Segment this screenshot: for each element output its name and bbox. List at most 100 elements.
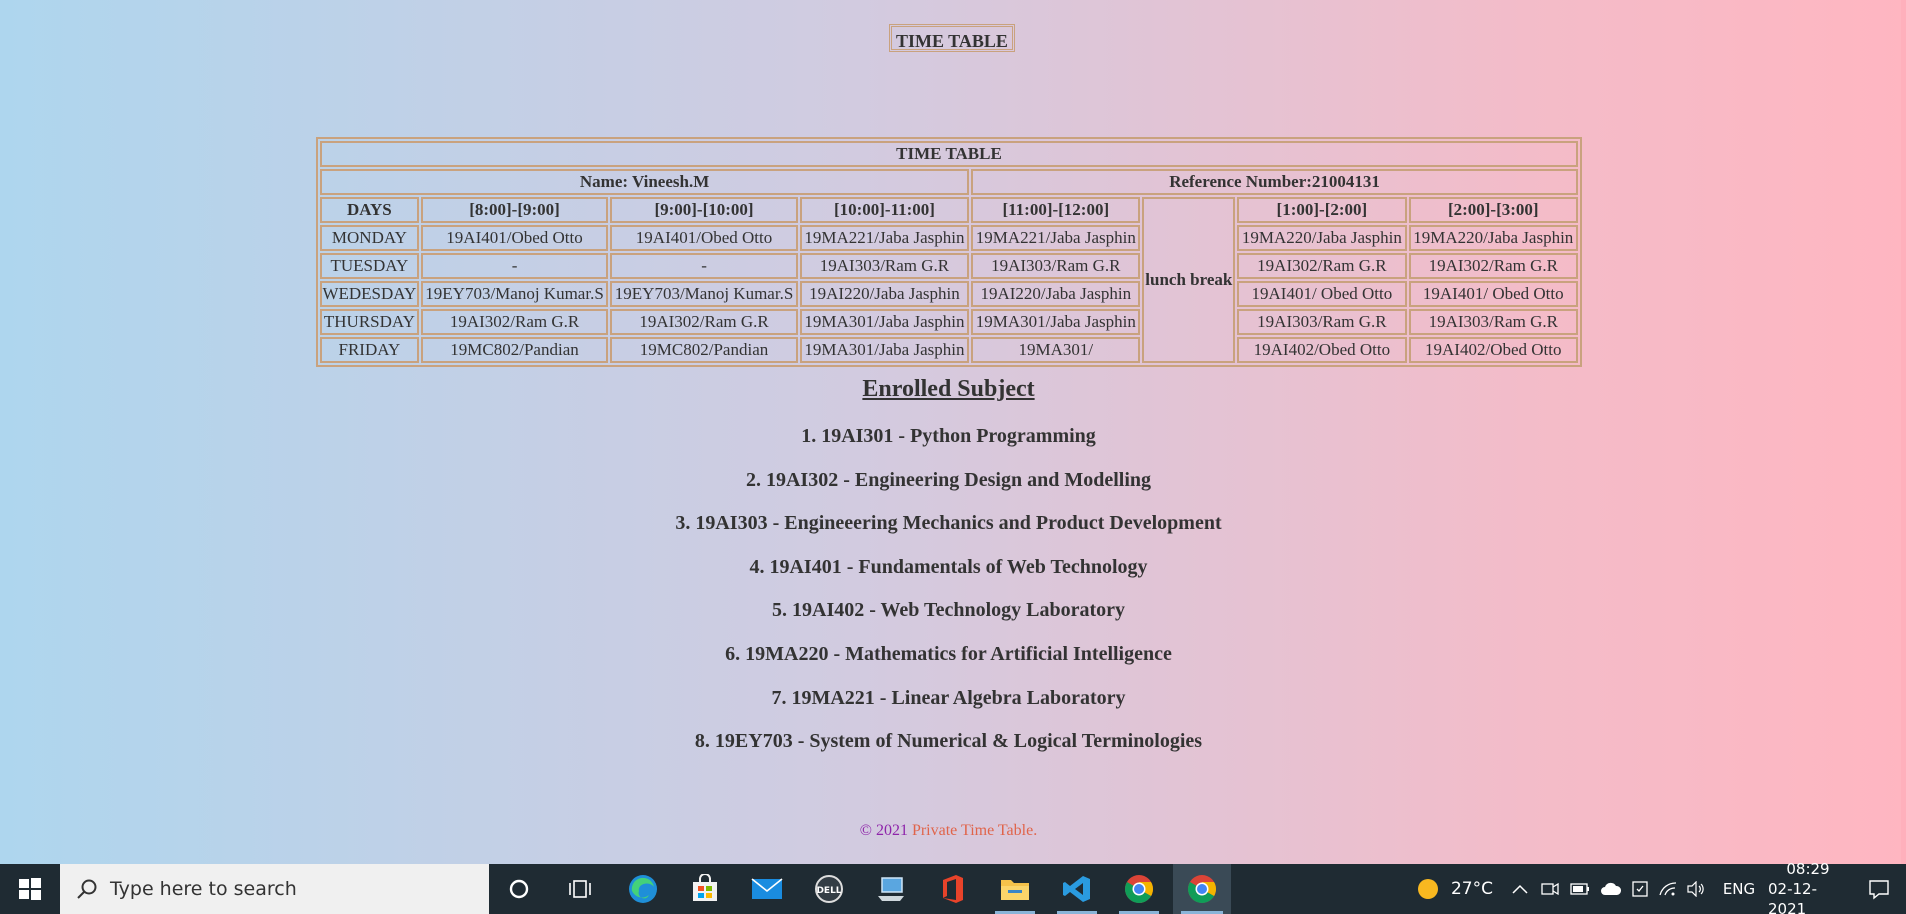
wifi-button[interactable]	[1656, 864, 1680, 914]
column-header-slot: [10:00]-11:00]	[799, 197, 970, 223]
office-icon	[943, 875, 963, 903]
class-cell: 19AI302/Ram G.R	[1408, 253, 1578, 279]
computer-icon	[878, 877, 904, 901]
taskbar-search-box[interactable]: Type here to search	[60, 864, 489, 914]
enrolled-subject-heading: Enrolled Subject	[862, 376, 1035, 402]
language-button[interactable]: ENG	[1714, 864, 1764, 914]
enrolled-subjects-section: Enrolled Subject 1. 19AI301 - Python Pro…	[0, 374, 1897, 773]
class-cell: 19MC802/Pandian	[610, 337, 798, 363]
chevron-up-icon	[1512, 884, 1528, 894]
file-explorer-icon	[1001, 880, 1029, 900]
weather-button[interactable]	[1412, 864, 1444, 914]
class-cell: 19AI303/Ram G.R	[1408, 309, 1578, 335]
task-view-button[interactable]	[553, 864, 609, 914]
chrome-button[interactable]	[1111, 864, 1167, 914]
table-row: THURSDAY 19AI302/Ram G.R 19AI302/Ram G.R…	[320, 309, 1578, 335]
table-row: MONDAY 19AI401/Obed Otto 19AI401/Obed Ot…	[320, 225, 1578, 251]
store-button[interactable]	[677, 864, 733, 914]
vscode-icon	[1063, 876, 1090, 902]
chrome-icon	[1125, 875, 1153, 903]
column-header-days: DAYS	[320, 197, 419, 223]
onedrive-button[interactable]	[1598, 864, 1624, 914]
class-cell: -	[420, 253, 609, 279]
weather-temperature[interactable]: 27°C	[1446, 864, 1498, 914]
day-cell: TUESDAY	[320, 253, 419, 279]
edge-icon	[629, 875, 657, 903]
search-icon	[77, 879, 97, 899]
class-cell: 19AI220/Jaba Jasphin	[799, 281, 970, 307]
start-button[interactable]	[0, 864, 60, 914]
subject-item: 4. 19AI401 - Fundamentals of Web Technol…	[749, 555, 1148, 578]
battery-button[interactable]	[1568, 864, 1592, 914]
class-cell: 19MA221/Jaba Jasphin	[971, 225, 1141, 251]
class-cell: 19MA301/Jaba Jasphin	[799, 309, 970, 335]
class-cell: 19AI303/Ram G.R	[799, 253, 970, 279]
class-cell: 19MA221/Jaba Jasphin	[799, 225, 970, 251]
class-cell: 19AI303/Ram G.R	[971, 253, 1141, 279]
svg-text:DELL: DELL	[816, 886, 841, 896]
dell-button[interactable]: DELL	[801, 864, 857, 914]
column-header-slot: [9:00]-[10:00]	[610, 197, 798, 223]
mail-button[interactable]	[739, 864, 795, 914]
chrome-active-button[interactable]	[1173, 864, 1231, 914]
subject-item: 7. 19MA221 - Linear Algebra Laboratory	[771, 686, 1126, 709]
notification-center-button[interactable]	[1852, 864, 1906, 914]
footer-link[interactable]: Private Time Table.	[912, 822, 1037, 839]
table-caption-row: TIME TABLE	[320, 141, 1578, 167]
reference-number: Reference Number:21004131	[971, 169, 1578, 195]
battery-icon	[1570, 883, 1589, 895]
dell-icon: DELL	[815, 875, 843, 903]
vertical-scrollbar[interactable]	[1901, 0, 1906, 864]
class-cell: 19AI402/Obed Otto	[1237, 337, 1407, 363]
clock-button[interactable]: 08:29 02-12-2021	[1768, 860, 1848, 914]
page-title: TIME TABLE	[889, 24, 1015, 52]
temperature-label: 27°C	[1450, 879, 1493, 899]
volume-button[interactable]	[1684, 864, 1708, 914]
show-hidden-icons-button[interactable]	[1508, 864, 1532, 914]
computer-button[interactable]	[863, 864, 919, 914]
class-cell: 19AI220/Jaba Jasphin	[971, 281, 1141, 307]
shield-icon	[1632, 881, 1648, 897]
table-header-row: DAYS [8:00]-[9:00] [9:00]-[10:00] [10:00…	[320, 197, 1578, 363]
subject-item: 3. 19AI303 - Engineeering Mechanics and …	[675, 512, 1222, 535]
cortana-button[interactable]	[491, 864, 547, 914]
security-button[interactable]	[1628, 864, 1652, 914]
table-caption: TIME TABLE	[320, 141, 1578, 167]
task-view-icon	[569, 880, 591, 898]
class-cell: 19EY703/Manoj Kumar.S	[610, 281, 798, 307]
sun-icon	[1418, 879, 1438, 899]
class-cell: 19AI401/ Obed Otto	[1237, 281, 1407, 307]
table-row: FRIDAY 19MC802/Pandian 19MC802/Pandian 1…	[320, 337, 1578, 363]
subject-item: 1. 19AI301 - Python Programming	[801, 425, 1096, 447]
meet-now-icon	[1541, 882, 1559, 896]
day-cell: THURSDAY	[320, 309, 419, 335]
search-placeholder: Type here to search	[110, 878, 297, 900]
class-cell: 19AI401/Obed Otto	[420, 225, 609, 251]
chrome-active-icon	[1188, 875, 1216, 903]
class-cell: 19MC802/Pandian	[420, 337, 609, 363]
subject-item: 5. 19AI402 - Web Technology Laboratory	[772, 599, 1125, 622]
class-cell: 19MA220/Jaba Jasphin	[1408, 225, 1578, 251]
taskbar: Type here to search DELL 27°C ENG 08:29 …	[0, 860, 1906, 914]
lunch-break-cell: lunch break	[1142, 197, 1236, 363]
column-header-slot: [1:00]-[2:00]	[1237, 197, 1407, 223]
class-cell: 19MA220/Jaba Jasphin	[1237, 225, 1407, 251]
vscode-button[interactable]	[1049, 864, 1105, 914]
class-cell: 19MA301/	[971, 337, 1141, 363]
class-cell: 19AI401/Obed Otto	[610, 225, 798, 251]
class-cell: 19MA301/Jaba Jasphin	[799, 337, 970, 363]
language-label: ENG	[1722, 880, 1756, 898]
footer-copyright: © 2021	[859, 822, 908, 839]
table-row: WEDESDAY 19EY703/Manoj Kumar.S 19EY703/M…	[320, 281, 1578, 307]
column-header-slot: [11:00]-[12:00]	[971, 197, 1141, 223]
clock-time: 08:29	[1786, 860, 1830, 878]
edge-button[interactable]	[615, 864, 671, 914]
meet-now-button[interactable]	[1538, 864, 1562, 914]
class-cell: 19AI302/Ram G.R	[1237, 253, 1407, 279]
speaker-icon	[1687, 881, 1704, 897]
file-explorer-button[interactable]	[987, 864, 1043, 914]
office-button[interactable]	[925, 864, 981, 914]
timetable-container: TIME TABLE Name: Vineesh.M Reference Num…	[316, 137, 1582, 367]
class-cell: 19AI401/ Obed Otto	[1408, 281, 1578, 307]
day-cell: WEDESDAY	[320, 281, 419, 307]
